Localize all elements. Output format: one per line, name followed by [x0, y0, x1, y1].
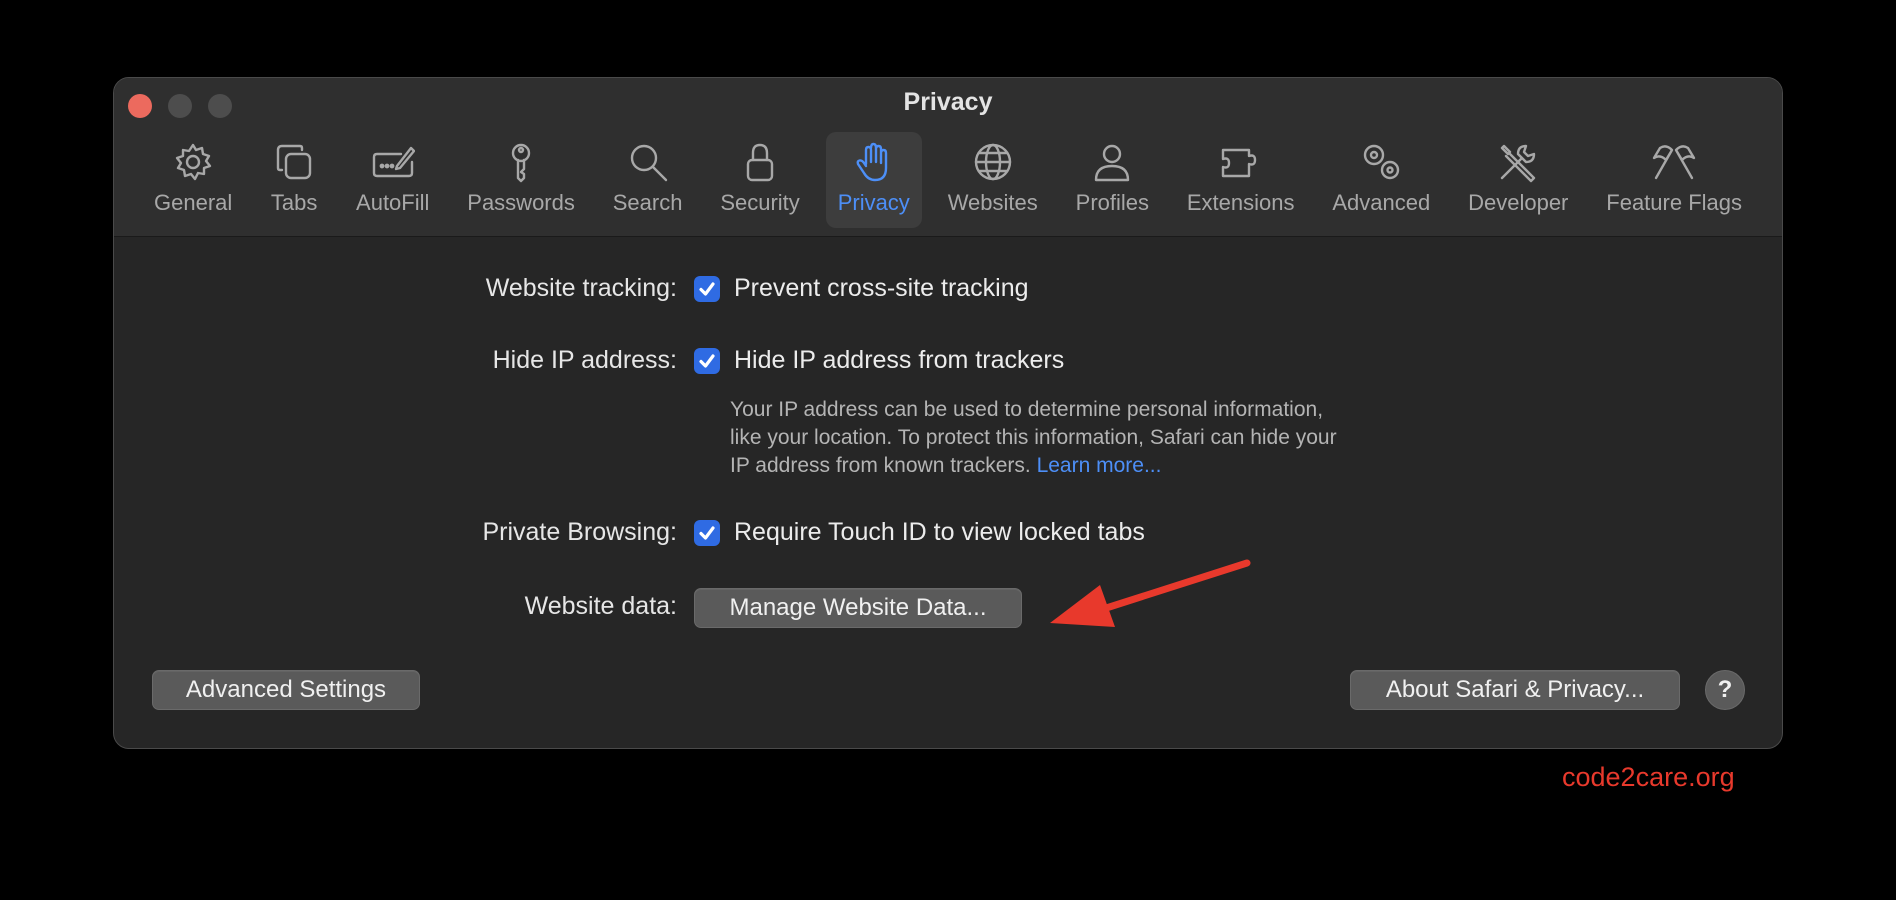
person-icon [1088, 138, 1136, 186]
lock-icon [736, 138, 784, 186]
tab-label: Developer [1468, 190, 1569, 215]
puzzle-icon [1217, 138, 1265, 186]
tab-extensions[interactable]: Extensions [1175, 132, 1307, 228]
titlebar: Privacy General Tabs AutoFill Passwords … [114, 78, 1782, 237]
manage-website-data-button[interactable]: Manage Website Data... [694, 588, 1022, 628]
globe-icon [969, 138, 1017, 186]
desc-text: IP address from known trackers. [730, 454, 1031, 477]
tab-general[interactable]: General [142, 132, 244, 228]
tab-label: Extensions [1186, 190, 1295, 215]
tab-tabs[interactable]: Tabs [258, 132, 330, 228]
gears-icon [1357, 138, 1405, 186]
checkmark-icon [699, 354, 715, 368]
tab-privacy[interactable]: Privacy [825, 132, 922, 228]
key-icon [497, 138, 545, 186]
watermark-text: code2care.org [1562, 762, 1735, 792]
tab-label: Feature Flags [1606, 190, 1742, 215]
tab-search[interactable]: Search [601, 132, 695, 228]
tab-websites[interactable]: Websites [936, 132, 1050, 228]
prevent-cross-site-tracking-checkbox[interactable] [694, 276, 720, 302]
tabs-icon [270, 138, 318, 186]
tab-label: Privacy [837, 190, 910, 215]
gear-icon [169, 138, 217, 186]
website-data-label: Website data: [524, 592, 677, 620]
tab-label: Search [612, 190, 683, 215]
advanced-settings-button[interactable]: Advanced Settings [152, 670, 420, 710]
tab-feature-flags[interactable]: Feature Flags [1594, 132, 1754, 228]
about-safari-privacy-button[interactable]: About Safari & Privacy... [1350, 670, 1680, 710]
autofill-icon [369, 138, 417, 186]
tab-label: AutoFill [356, 190, 430, 215]
tab-label: General [154, 190, 233, 215]
settings-window: Privacy General Tabs AutoFill Passwords … [113, 77, 1783, 749]
help-button[interactable]: ? [1705, 670, 1745, 710]
tab-label: Security [720, 190, 800, 215]
hide-ip-description: Your IP address can be used to determine… [730, 396, 1450, 480]
window-title: Privacy [903, 88, 993, 116]
desc-line: Your IP address can be used to determine… [730, 398, 1324, 421]
learn-more-link[interactable]: Learn more... [1037, 454, 1162, 477]
tab-label: Advanced [1332, 190, 1431, 215]
checkmark-icon [699, 526, 715, 540]
require-touch-id-text[interactable]: Require Touch ID to view locked tabs [734, 518, 1145, 547]
desc-line: IP address from known trackers. Learn mo… [730, 452, 1450, 480]
website-tracking-label: Website tracking: [485, 274, 677, 302]
private-browsing-label: Private Browsing: [482, 518, 677, 546]
tools-icon [1494, 138, 1542, 186]
hand-icon [850, 138, 898, 186]
tab-label: Profiles [1075, 190, 1149, 215]
prevent-cross-site-tracking-text[interactable]: Prevent cross-site tracking [734, 274, 1029, 303]
hide-ip-checkbox[interactable] [694, 348, 720, 374]
tab-autofill[interactable]: AutoFill [344, 132, 441, 228]
preferences-toolbar: General Tabs AutoFill Passwords Search S… [142, 132, 1754, 228]
tab-security[interactable]: Security [708, 132, 811, 228]
privacy-pane: Website tracking: Prevent cross-site tra… [114, 236, 1782, 748]
tab-label: Passwords [467, 190, 575, 215]
tab-advanced[interactable]: Advanced [1320, 132, 1442, 228]
tab-passwords[interactable]: Passwords [455, 132, 587, 228]
annotation-arrow [1050, 559, 1251, 627]
magnifier-icon [624, 138, 672, 186]
require-touch-id-checkbox[interactable] [694, 520, 720, 546]
hide-ip-text[interactable]: Hide IP address from trackers [734, 346, 1064, 375]
tab-label: Websites [947, 190, 1038, 215]
checkmark-icon [699, 282, 715, 296]
tab-label: Tabs [270, 190, 318, 215]
tab-profiles[interactable]: Profiles [1064, 132, 1161, 228]
flags-icon [1650, 138, 1698, 186]
hide-ip-label: Hide IP address: [492, 346, 677, 374]
desc-line: like your location. To protect this info… [730, 426, 1337, 449]
tab-developer[interactable]: Developer [1456, 132, 1580, 228]
